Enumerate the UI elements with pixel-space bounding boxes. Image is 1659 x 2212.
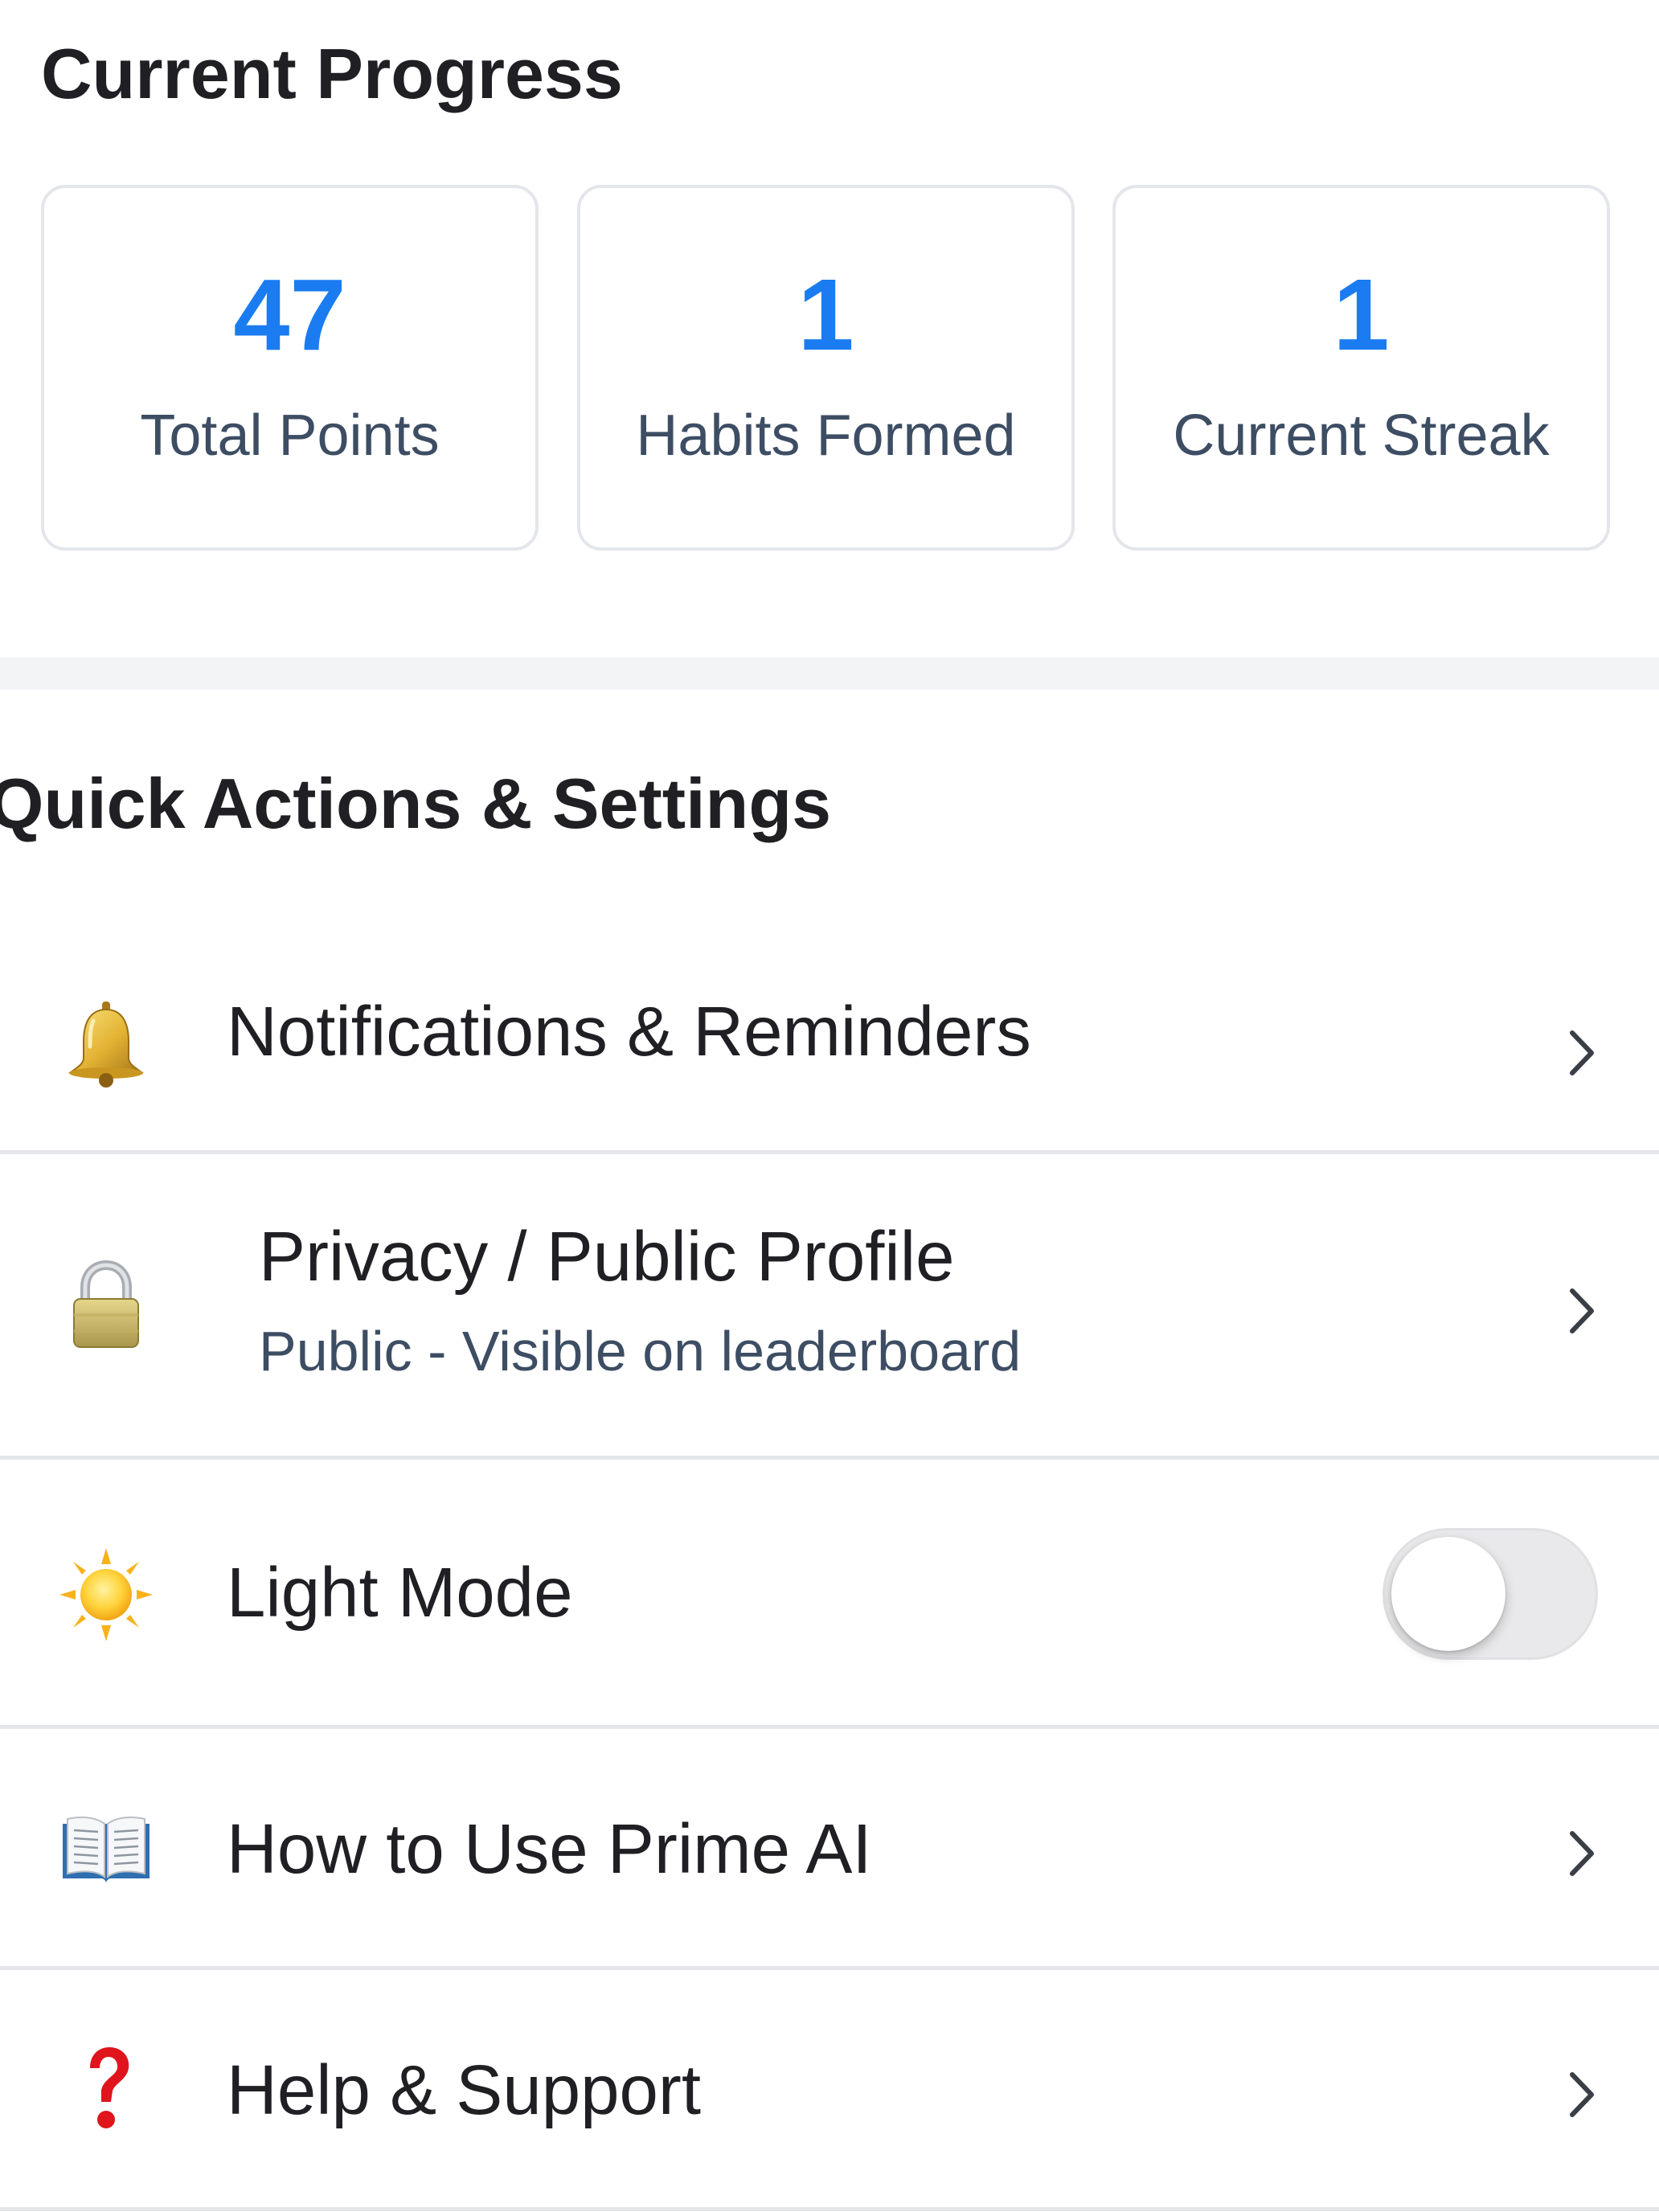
light-mode-label: Light Mode bbox=[227, 1554, 573, 1632]
current-streak-value: 1 bbox=[1333, 258, 1390, 371]
help-support-label: Help & Support bbox=[227, 2051, 702, 2129]
question-mark-icon bbox=[58, 2041, 154, 2137]
bell-icon bbox=[58, 997, 154, 1093]
stat-card-current-streak: 1 Current Streak bbox=[1112, 185, 1610, 551]
section-divider bbox=[0, 657, 1659, 690]
chevron-right-icon bbox=[1566, 1025, 1598, 1081]
total-points-value: 47 bbox=[233, 258, 346, 371]
stat-card-total-points: 47 Total Points bbox=[41, 185, 539, 551]
notifications-reminders-label: Notifications & Reminders bbox=[227, 993, 1031, 1071]
total-points-label: Total Points bbox=[140, 403, 440, 468]
stat-card-habits-formed: 1 Habits Formed bbox=[577, 185, 1075, 551]
light-mode-row: Light Mode bbox=[0, 1460, 1659, 1729]
habits-formed-label: Habits Formed bbox=[636, 403, 1016, 468]
help-support-row[interactable]: Help & Support bbox=[0, 1970, 1659, 2211]
privacy-public-profile-row[interactable]: Privacy / Public Profile Public - Visibl… bbox=[0, 1154, 1659, 1460]
chevron-right-icon bbox=[1566, 1825, 1598, 1882]
how-to-use-label: How to Use Prime AI bbox=[227, 1810, 872, 1888]
sun-icon bbox=[58, 1546, 154, 1643]
lock-icon bbox=[58, 1257, 154, 1354]
notifications-reminders-row[interactable]: Notifications & Reminders bbox=[0, 944, 1659, 1154]
toggle-knob bbox=[1391, 1537, 1505, 1651]
privacy-public-profile-label: Privacy / Public Profile bbox=[259, 1218, 955, 1296]
how-to-use-row[interactable]: How to Use Prime AI bbox=[0, 1729, 1659, 1970]
current-streak-label: Current Streak bbox=[1173, 403, 1550, 468]
privacy-status-subtitle: Public - Visible on leaderboard bbox=[259, 1320, 1022, 1382]
open-book-icon bbox=[58, 1800, 154, 1896]
chevron-right-icon bbox=[1566, 2067, 1598, 2123]
quick-actions-title: Quick Actions & Settings bbox=[0, 764, 832, 843]
light-mode-toggle[interactable] bbox=[1382, 1528, 1598, 1660]
chevron-right-icon bbox=[1566, 1283, 1598, 1339]
current-progress-section: Current Progress 47 Total Points 1 Habit… bbox=[0, 0, 1659, 657]
habits-formed-value: 1 bbox=[797, 258, 854, 371]
current-progress-title: Current Progress bbox=[41, 34, 623, 113]
